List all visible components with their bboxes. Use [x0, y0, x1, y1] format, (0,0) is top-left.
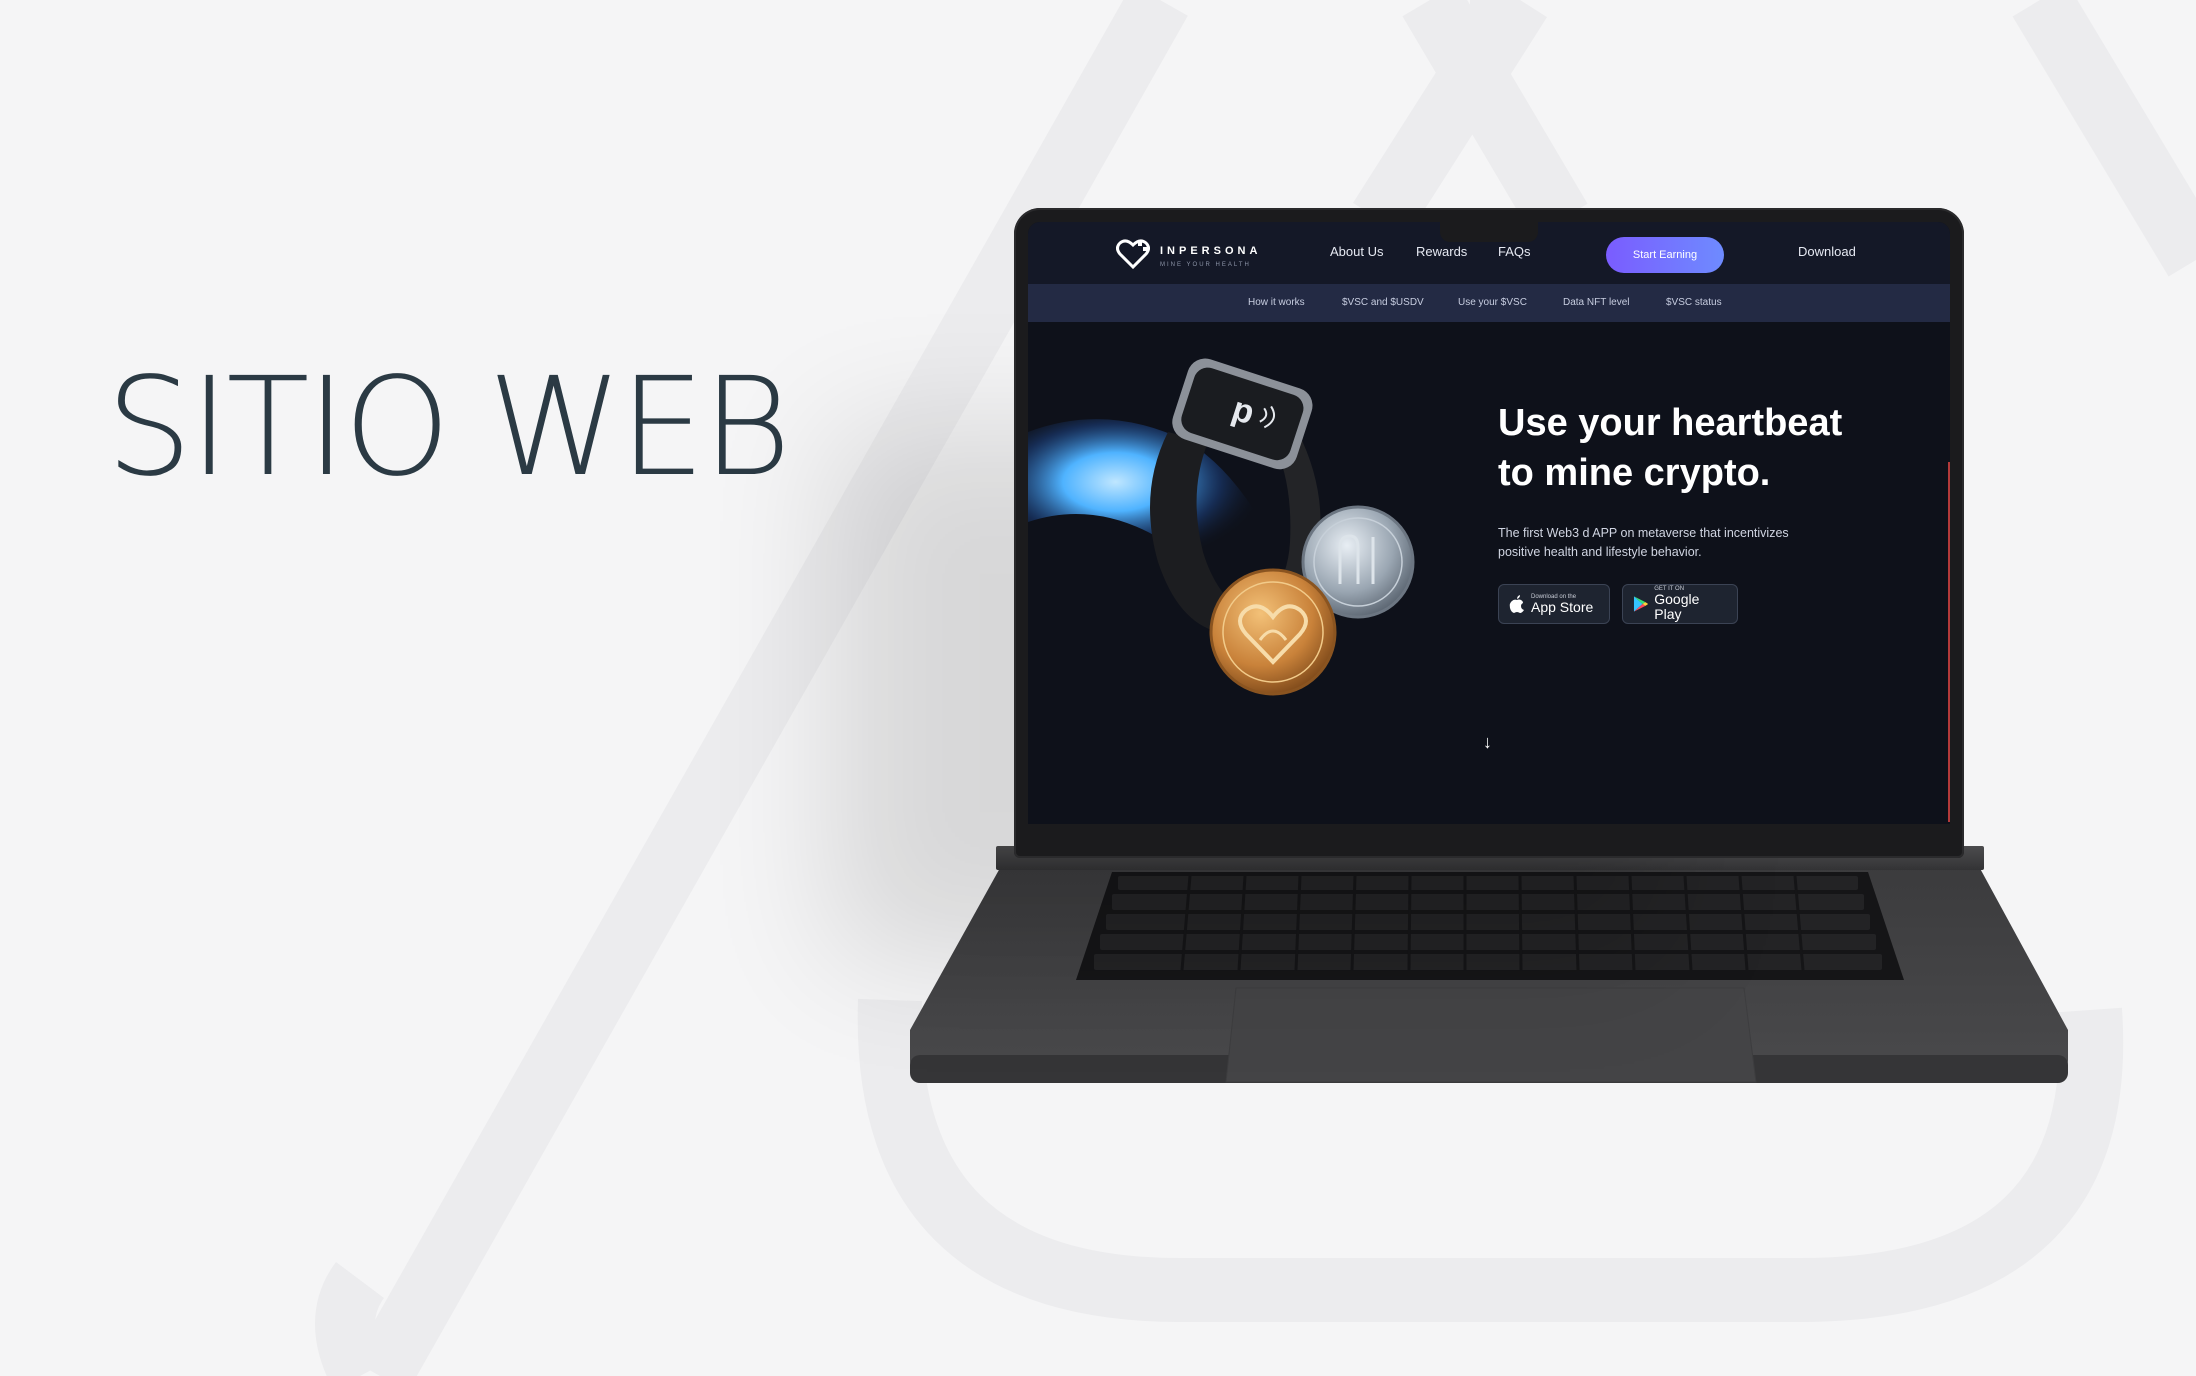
site-logo[interactable]: INPERSONA MINE YOUR HEALTH — [1116, 238, 1261, 270]
subnav-vsc-usdv[interactable]: $VSC and $USDV — [1342, 297, 1424, 308]
nav-faqs[interactable]: FAQs — [1498, 244, 1531, 259]
scroll-down-arrow-icon[interactable]: ↓ — [1483, 732, 1492, 753]
hero-watch-illustration: p — [1028, 358, 1415, 696]
subnav-use-vsc[interactable]: Use your $VSC — [1458, 297, 1527, 308]
site-subnav: How it works $VSC and $USDV Use your $VS… — [1028, 284, 1950, 322]
camera-notch — [1440, 222, 1538, 242]
start-earning-button[interactable]: Start Earning — [1606, 237, 1724, 273]
gplay-big-text: Google Play — [1654, 591, 1700, 622]
laptop-base — [910, 850, 2068, 1083]
subnav-how-it-works[interactable]: How it works — [1248, 297, 1305, 308]
page-title: SITIO WEB — [106, 349, 791, 507]
nav-about-us[interactable]: About Us — [1330, 244, 1383, 259]
subnav-vsc-status[interactable]: $VSC status — [1666, 297, 1722, 308]
hero-subcopy: The first Web3 d APP on metaverse that i… — [1498, 526, 1789, 559]
hero-headline: Use your heartbeat to mine crypto. — [1498, 402, 1843, 494]
logo-tagline: MINE YOUR HEALTH — [1160, 261, 1251, 268]
site-navbar: INPERSONA MINE YOUR HEALTH About Us Rewa… — [1028, 222, 1950, 284]
google-play-icon — [1633, 596, 1649, 612]
laptop-mockup: INPERSONA MINE YOUR HEALTH About Us Rewa… — [900, 200, 2080, 1160]
nav-download[interactable]: Download — [1798, 244, 1856, 259]
laptop-screen: INPERSONA MINE YOUR HEALTH About Us Rewa… — [1028, 222, 1950, 824]
app-store-badge[interactable]: Download on the App Store — [1498, 584, 1610, 624]
nav-rewards[interactable]: Rewards — [1416, 244, 1467, 259]
google-play-badge[interactable]: GET IT ON Google Play — [1622, 584, 1738, 624]
apple-icon — [1509, 595, 1524, 613]
screen-edge-accent — [1948, 462, 1950, 822]
appstore-big-text: App Store — [1531, 598, 1594, 615]
subnav-data-nft[interactable]: Data NFT level — [1563, 297, 1630, 308]
heart-logo-icon — [1116, 239, 1150, 270]
laptop-lid: INPERSONA MINE YOUR HEALTH About Us Rewa… — [1014, 208, 1964, 858]
logo-name: INPERSONA — [1160, 244, 1262, 257]
